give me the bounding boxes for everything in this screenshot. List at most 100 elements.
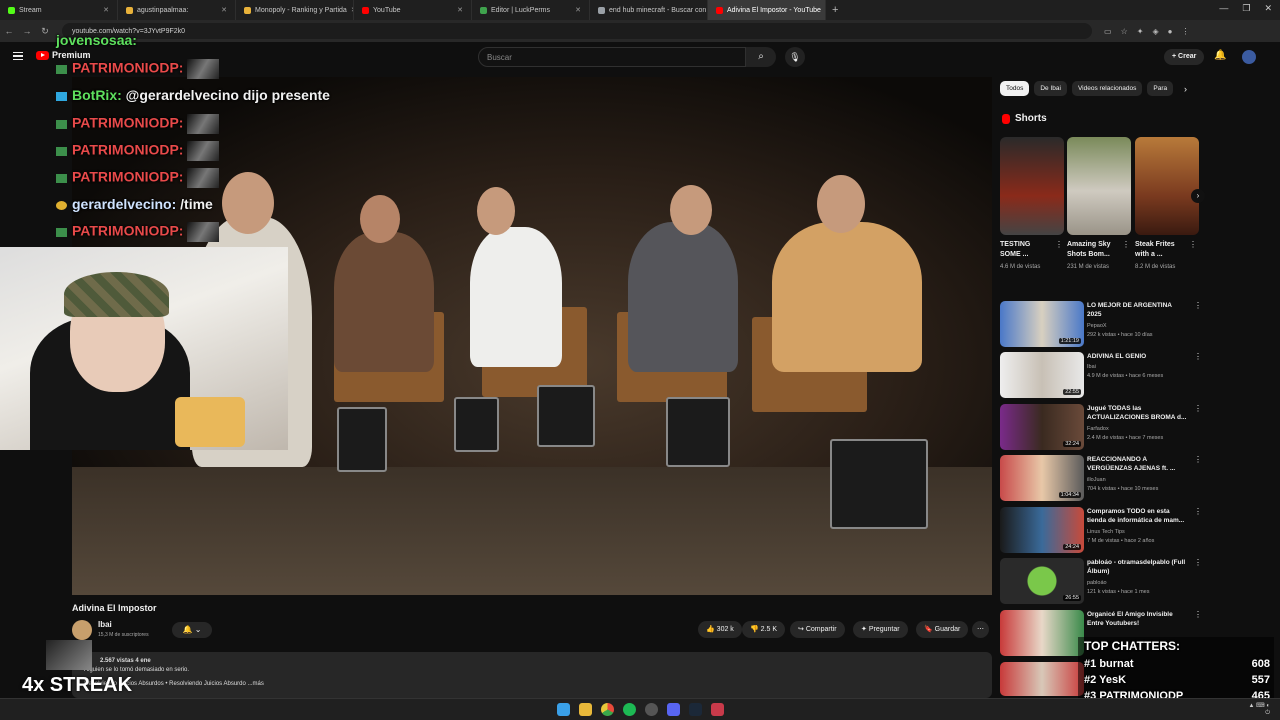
new-tab-button[interactable]: +	[826, 4, 844, 16]
recommendation-item[interactable]: 22:55 ADIVINA EL GENIO Ibai 4.9 M de vis…	[1000, 352, 1202, 400]
recommendation-item[interactable]: 24:24 Compramos TODO en esta tienda de i…	[1000, 507, 1202, 555]
short-title[interactable]: Amazing Sky Shots Bom...	[1067, 240, 1119, 260]
close-icon[interactable]: ✕	[103, 6, 109, 14]
recommendation-channel: Farfadox	[1087, 426, 1109, 432]
duration-badge: 1:04:34	[1058, 492, 1081, 498]
spotify-icon[interactable]	[623, 703, 636, 716]
system-tray[interactable]: ▲ ⌨ ◐ ⏻	[1248, 703, 1270, 717]
top-chatter-row: #1 burnat 608	[1084, 658, 1270, 670]
browser-tab[interactable]: end hub minecraft - Buscar con✕	[590, 0, 708, 20]
webcam-snack	[175, 397, 245, 447]
more-actions-button[interactable]: ⋯	[972, 621, 989, 638]
obs-icon[interactable]	[711, 703, 724, 716]
share-icon: ↪	[798, 626, 804, 633]
subscriber-count: 15,3 M de suscriptores	[98, 632, 149, 638]
chip-de-ibai[interactable]: De Ibai	[1034, 81, 1067, 96]
views-date: 2.567 vistas 4 ene	[100, 658, 151, 664]
subscription-bell-button[interactable]: 🔔 ⌄	[172, 622, 212, 638]
star-icon[interactable]: ☆	[1121, 27, 1128, 36]
reload-icon[interactable]: ↻	[36, 26, 54, 37]
duration-badge: 32:24	[1063, 441, 1081, 447]
maximize-icon[interactable]: ❐	[1242, 3, 1250, 14]
short-thumbnail[interactable]	[1067, 137, 1131, 235]
save-button[interactable]: 🔖 Guardar	[916, 621, 969, 638]
close-icon[interactable]: ✕	[575, 6, 581, 14]
search-icon: ⌕	[758, 51, 764, 62]
recommendation-item[interactable]: 1:04:34 REACCIONANDO A VERGÜENZAS AJENAS…	[1000, 455, 1202, 503]
chrome-icon[interactable]	[601, 703, 614, 716]
steam-icon[interactable]	[689, 703, 702, 716]
minimize-icon[interactable]: —	[1219, 3, 1228, 14]
discord-icon[interactable]	[667, 703, 680, 716]
close-window-icon[interactable]: ✕	[1264, 3, 1272, 14]
channel-name[interactable]: Ibai	[98, 620, 112, 629]
cast-icon[interactable]: ▭	[1104, 27, 1112, 36]
forward-icon[interactable]: →	[18, 26, 36, 36]
ask-button[interactable]: ✦ Preguntar	[853, 621, 908, 638]
browser-tab[interactable]: Editor | LuckPerms ✕	[472, 0, 590, 20]
browser-tab[interactable]: agustinpaalmaa: ✕	[118, 0, 236, 20]
more-vert-icon[interactable]: ⋮	[1194, 507, 1202, 516]
chip-todos[interactable]: Todos	[1000, 81, 1030, 96]
video-thumbnail: 22:55	[1000, 352, 1084, 398]
video-thumbnail: 1:04:34	[1000, 455, 1084, 501]
more-vert-icon[interactable]: ⋮	[1194, 301, 1202, 310]
shorts-header: Shorts	[1002, 113, 1047, 124]
recommendation-title: pabloáo - otramasdelpablo (Full Álbum)	[1087, 559, 1186, 575]
hamburger-menu-icon[interactable]	[13, 52, 23, 60]
more-vert-icon[interactable]: ⋮	[1194, 352, 1202, 361]
recommendation-title: ADIVINA EL GENIO	[1087, 353, 1147, 360]
browser-tab[interactable]: Monopoly - Ranking y Partida✕	[236, 0, 354, 20]
recommendation-views: 292 k vistas • hace 10 días	[1087, 332, 1153, 338]
more-vert-icon[interactable]: ⋮	[1194, 404, 1202, 413]
recommendation-item[interactable]: 26:55 pabloáo - otramasdelpablo (Full Ál…	[1000, 558, 1202, 606]
profile-icon[interactable]: ●	[1168, 27, 1173, 36]
short-title[interactable]: TESTING SOME ...	[1000, 240, 1052, 260]
browser-tab[interactable]: YouTube ✕	[354, 0, 472, 20]
browser-tab-active[interactable]: Adivina El Impostor - YouTube✕	[708, 0, 826, 20]
extension-icon[interactable]: ✦	[1137, 27, 1144, 36]
channel-avatar[interactable]	[72, 620, 92, 640]
more-vert-icon[interactable]: ⋮	[1194, 558, 1202, 567]
more-vert-icon[interactable]: ⋮	[1189, 240, 1197, 249]
more-vert-icon[interactable]: ⋮	[1194, 455, 1202, 464]
url-input[interactable]: youtube.com/watch?v=3JYvtP9F2k0	[62, 23, 1092, 39]
recommendation-item[interactable]: 1:21:19 LO MEJOR DE ARGENTINA 2025 Pepao…	[1000, 301, 1202, 349]
short-thumbnail[interactable]	[1000, 137, 1064, 235]
video-thumbnail: 1:21:19	[1000, 301, 1084, 347]
more-vert-icon[interactable]: ⋮	[1122, 240, 1130, 249]
create-button[interactable]: + Crear	[1164, 49, 1205, 65]
short-thumbnail[interactable]	[1135, 137, 1199, 235]
search-button[interactable]: ⌕	[746, 47, 776, 67]
close-icon[interactable]: ✕	[457, 6, 463, 14]
back-icon[interactable]: ←	[0, 26, 18, 36]
account-avatar[interactable]	[1242, 50, 1256, 64]
recommendation-item[interactable]: 32:24 Jugué TODAS las ACTUALIZACIONES BR…	[1000, 404, 1202, 452]
like-button[interactable]: 👍 302 k	[698, 621, 742, 638]
search-input[interactable]: Buscar	[478, 47, 746, 67]
chip-para[interactable]: Para	[1147, 81, 1174, 96]
chat-message: PATRIMONIODP:	[56, 114, 220, 134]
shorts-next-button[interactable]: ›	[1191, 189, 1205, 203]
person-head	[360, 195, 400, 243]
notifications-bell-icon[interactable]: 🔔	[1214, 50, 1226, 61]
chevron-right-icon[interactable]: ›	[1184, 84, 1187, 94]
close-icon[interactable]: ✕	[221, 6, 227, 14]
more-vert-icon[interactable]: ⋮	[1194, 610, 1202, 619]
windows-start-icon[interactable]	[557, 703, 570, 716]
chip-videos-relacionados[interactable]: Videos relacionados	[1071, 81, 1143, 96]
badge-icon	[56, 91, 67, 101]
kebab-menu-icon[interactable]: ⋮	[1181, 27, 1189, 36]
share-button[interactable]: ↪ Compartir	[790, 621, 845, 638]
browser-tab[interactable]: Stream ✕	[0, 0, 118, 20]
app-icon[interactable]	[645, 703, 658, 716]
recommendation-title: REACCIONANDO A VERGÜENZAS AJENAS ft. ...	[1087, 456, 1176, 472]
short-title[interactable]: Steak Frites with a ...	[1135, 240, 1187, 260]
video-description[interactable]: 2.567 vistas 4 ene Alguien se lo tomó de…	[72, 652, 992, 698]
more-vert-icon[interactable]: ⋮	[1055, 240, 1063, 249]
description-more[interactable]: Resolviendo Juicios Absurdos • Resolvien…	[84, 681, 986, 687]
voice-search-button[interactable]: 🎙	[785, 47, 805, 67]
file-explorer-icon[interactable]	[579, 703, 592, 716]
puzzle-icon[interactable]: ◈	[1152, 27, 1158, 36]
dislike-button[interactable]: 👎 2.5 K	[742, 621, 786, 638]
